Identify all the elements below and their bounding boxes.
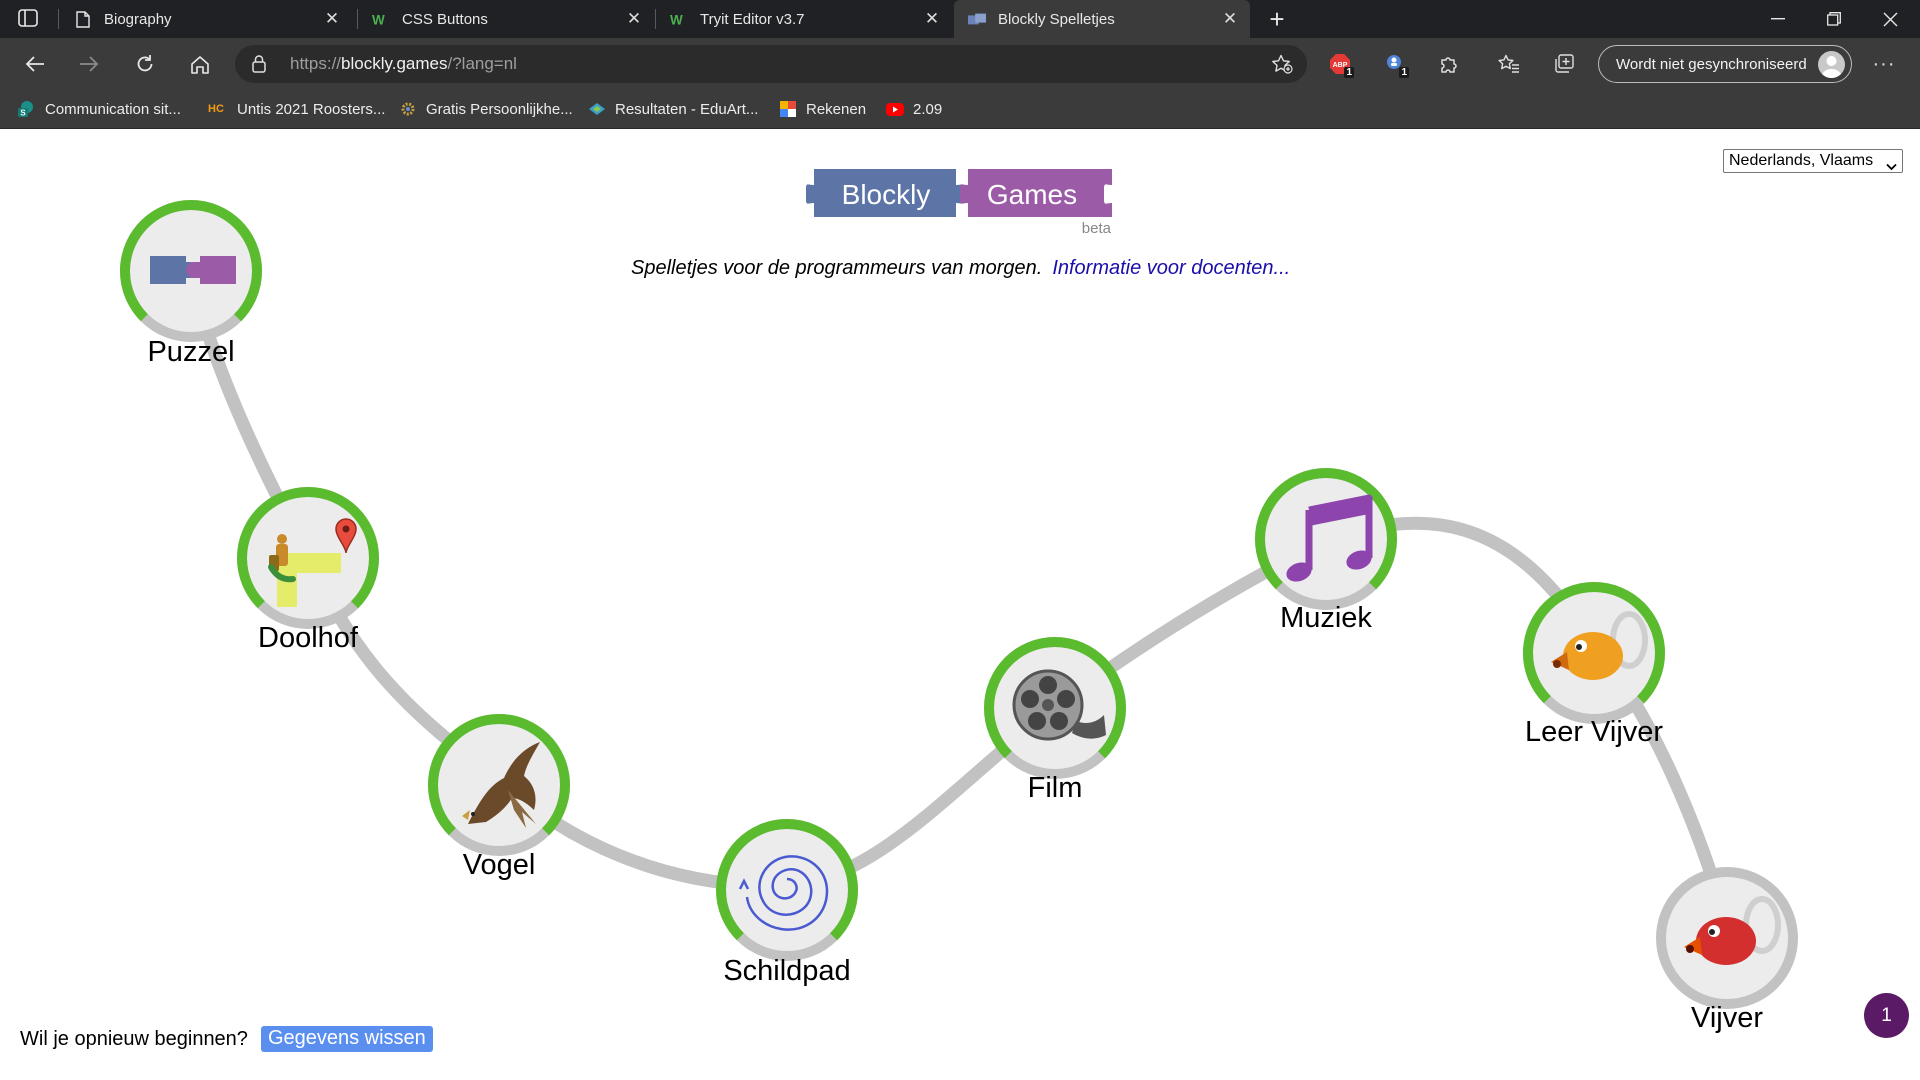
bookmark-youtube[interactable]: 2.09	[886, 90, 942, 128]
bookmark-eduarte[interactable]: Resultaten - EduArt...	[588, 90, 758, 128]
bookmark-persoonlijkheid[interactable]: Gratis Persoonlijkhe...	[399, 90, 573, 128]
eduarte-icon	[588, 100, 606, 118]
level-vijver[interactable]	[1654, 865, 1800, 1011]
home-icon[interactable]	[185, 50, 215, 78]
restart-question: Wil je opnieuw beginnen?	[20, 1027, 248, 1050]
gear-icon	[399, 100, 417, 118]
svg-text:W: W	[372, 12, 385, 26]
level-progress-ring	[1656, 867, 1798, 1009]
extension-blue-icon[interactable]: 1	[1380, 50, 1410, 78]
bookmarks-bar: S Communication sit... HC Untis 2021 Roo…	[0, 90, 1920, 129]
level-label[interactable]: Film	[945, 772, 1165, 805]
tab-css-buttons[interactable]: W CSS Buttons ✕	[358, 0, 654, 38]
adblock-icon[interactable]: ABP 1	[1325, 50, 1355, 78]
profile-sync-button[interactable]: Wordt niet gesynchroniseerd	[1598, 45, 1852, 83]
level-muziek[interactable]	[1253, 466, 1399, 612]
url-text: https://blockly.games/?lang=nl	[290, 54, 517, 73]
youtube-icon	[886, 100, 904, 118]
level-progress-ring	[1255, 468, 1397, 610]
level-label[interactable]: Muziek	[1216, 602, 1436, 635]
back-icon[interactable]	[20, 50, 50, 78]
restore-icon[interactable]	[1806, 0, 1862, 38]
tab-title: Tryit Editor v3.7	[700, 10, 805, 28]
level-label[interactable]: Doolhof	[198, 622, 418, 655]
page-tagline: Spelletjes voor de programmeurs van morg…	[631, 257, 1291, 279]
close-tab-icon[interactable]: ✕	[622, 7, 646, 31]
level-progress-ring	[120, 200, 262, 342]
level-label[interactable]: Puzzel	[81, 336, 301, 369]
tab-title: CSS Buttons	[402, 10, 488, 28]
level-label[interactable]: Vogel	[389, 849, 609, 882]
logo-right-text: Games	[987, 179, 1077, 210]
lock-icon[interactable]	[252, 55, 266, 78]
forward-icon[interactable]	[74, 50, 104, 78]
blockly-games-logo: Blockly Games beta	[806, 165, 1116, 237]
level-leer-vijver[interactable]	[1521, 580, 1667, 726]
page-icon	[74, 10, 92, 28]
avatar	[1818, 51, 1845, 78]
bookmark-rekenen[interactable]: Rekenen	[779, 90, 866, 128]
level-puzzel[interactable]	[118, 198, 264, 344]
more-options-icon[interactable]: ···	[1868, 50, 1900, 78]
level-label[interactable]: Vijver	[1617, 1002, 1837, 1035]
level-progress-ring	[428, 714, 570, 856]
untis-hc-icon: HC	[208, 103, 224, 115]
rekenen-icon	[779, 100, 797, 118]
svg-text:S: S	[20, 109, 26, 118]
sharepoint-icon: S	[18, 100, 36, 118]
close-tab-icon[interactable]: ✕	[1218, 7, 1242, 31]
tab-tryit-editor[interactable]: W Tryit Editor v3.7 ✕	[656, 0, 952, 38]
address-bar[interactable]: https://blockly.games/?lang=nl	[235, 45, 1307, 83]
notification-badge[interactable]: 1	[1864, 993, 1909, 1038]
level-progress-ring	[984, 637, 1126, 779]
bookmark-untis[interactable]: HC Untis 2021 Roosters...	[204, 90, 385, 128]
tab-actions-icon[interactable]	[18, 9, 40, 29]
level-label[interactable]: Schildpad	[677, 955, 897, 988]
sync-status-label: Wordt niet gesynchroniseerd	[1616, 55, 1807, 73]
refresh-icon[interactable]	[130, 50, 160, 78]
level-label[interactable]: Leer Vijver	[1484, 716, 1704, 749]
close-tab-icon[interactable]: ✕	[320, 7, 344, 31]
level-doolhof[interactable]	[235, 485, 381, 631]
collections-icon[interactable]	[1549, 50, 1579, 78]
close-window-icon[interactable]	[1862, 0, 1918, 38]
logo-beta-text: beta	[1082, 220, 1112, 237]
tab-title: Biography	[104, 10, 172, 28]
w3schools-icon: W	[372, 10, 390, 28]
tab-blockly-spelletjes[interactable]: Blockly Spelletjes ✕	[954, 0, 1250, 38]
tab-title: Blockly Spelletjes	[998, 10, 1115, 28]
add-favorite-icon[interactable]	[1271, 54, 1293, 79]
blockly-icon	[968, 10, 986, 28]
new-tab-button[interactable]: +	[1263, 4, 1291, 34]
level-progress-ring	[1523, 582, 1665, 724]
minimize-icon[interactable]	[1750, 0, 1806, 38]
w3schools-icon: W	[670, 10, 688, 28]
logo-left-text: Blockly	[842, 179, 931, 210]
bookmark-communication[interactable]: S Communication sit...	[18, 90, 181, 128]
blockly-games-page: Nederlands, Vlaams Blockly Games beta Sp…	[0, 129, 1920, 1080]
restart-row: Wil je opnieuw beginnen? Gegevens wissen	[20, 1026, 433, 1052]
svg-text:W: W	[670, 12, 683, 26]
level-progress-ring	[237, 487, 379, 629]
extensions-puzzle-icon[interactable]	[1434, 50, 1464, 78]
level-progress-ring	[716, 819, 858, 961]
favorites-icon[interactable]	[1494, 50, 1524, 78]
browser-tab-strip: Biography ✕ W CSS Buttons ✕ W Tryit Edit…	[0, 0, 1920, 38]
close-tab-icon[interactable]: ✕	[920, 7, 944, 31]
teacher-info-link[interactable]: Informatie voor docenten...	[1052, 257, 1290, 279]
level-vogel[interactable]	[426, 712, 572, 858]
tab-biography[interactable]: Biography ✕	[60, 0, 352, 38]
browser-toolbar: https://blockly.games/?lang=nl ABP 1 1 W…	[0, 38, 1920, 90]
clear-data-button[interactable]: Gegevens wissen	[260, 1026, 433, 1052]
level-schildpad[interactable]	[714, 817, 860, 963]
level-film[interactable]	[982, 635, 1128, 781]
